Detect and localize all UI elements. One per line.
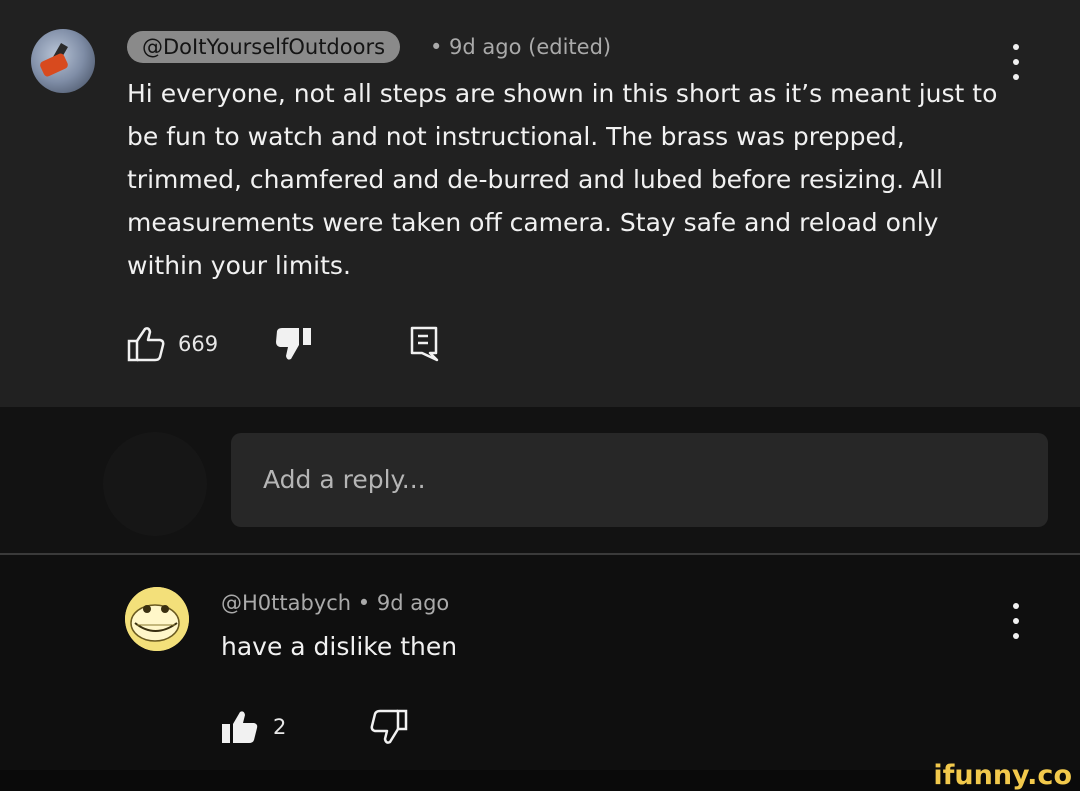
current-user-avatar (103, 432, 207, 536)
author-handle[interactable]: @H0ttabych (221, 591, 351, 615)
reply-composer: Add a reply... (0, 407, 1080, 555)
comment-timestamp: • 9d ago (357, 591, 450, 615)
thumbs-up-outline-icon (127, 327, 165, 362)
comment-text: have a dislike then (221, 632, 458, 661)
reply-header: @H0ttabych • 9d ago (221, 588, 449, 618)
watermark-logo: ifunny.co (933, 760, 1072, 791)
comment-text: Hi everyone, not all steps are shown in … (127, 79, 998, 280)
dislike-button[interactable] (370, 709, 408, 745)
like-count: 669 (178, 332, 219, 356)
like-count: 2 (273, 715, 287, 739)
reply-comment: @H0ttabych • 9d ago have a dislike then … (0, 555, 1080, 770)
more-options-icon[interactable] (1012, 44, 1020, 80)
reply-button[interactable] (410, 326, 440, 362)
comment-timestamp: • 9d ago (edited) (430, 35, 612, 59)
thumbs-up-filled-icon (222, 711, 258, 743)
bottom-strip (0, 770, 1080, 791)
dislike-button[interactable] (275, 327, 315, 361)
thumbs-down-filled-icon (276, 328, 311, 360)
trollface-icon (125, 587, 189, 651)
thumbs-down-outline-icon (370, 709, 408, 744)
author-handle-badge[interactable]: @DoItYourselfOutdoors (127, 31, 401, 63)
avatar[interactable] (31, 29, 95, 93)
top-comment: @DoItYourselfOutdoors • 9d ago (edited) … (0, 0, 1080, 407)
more-options-icon[interactable] (1012, 603, 1020, 639)
like-button[interactable]: 669 (127, 326, 218, 362)
reply-input[interactable]: Add a reply... (231, 433, 1048, 527)
reply-icon (410, 326, 439, 362)
like-button[interactable]: 2 (221, 710, 286, 744)
avatar[interactable] (125, 587, 189, 651)
